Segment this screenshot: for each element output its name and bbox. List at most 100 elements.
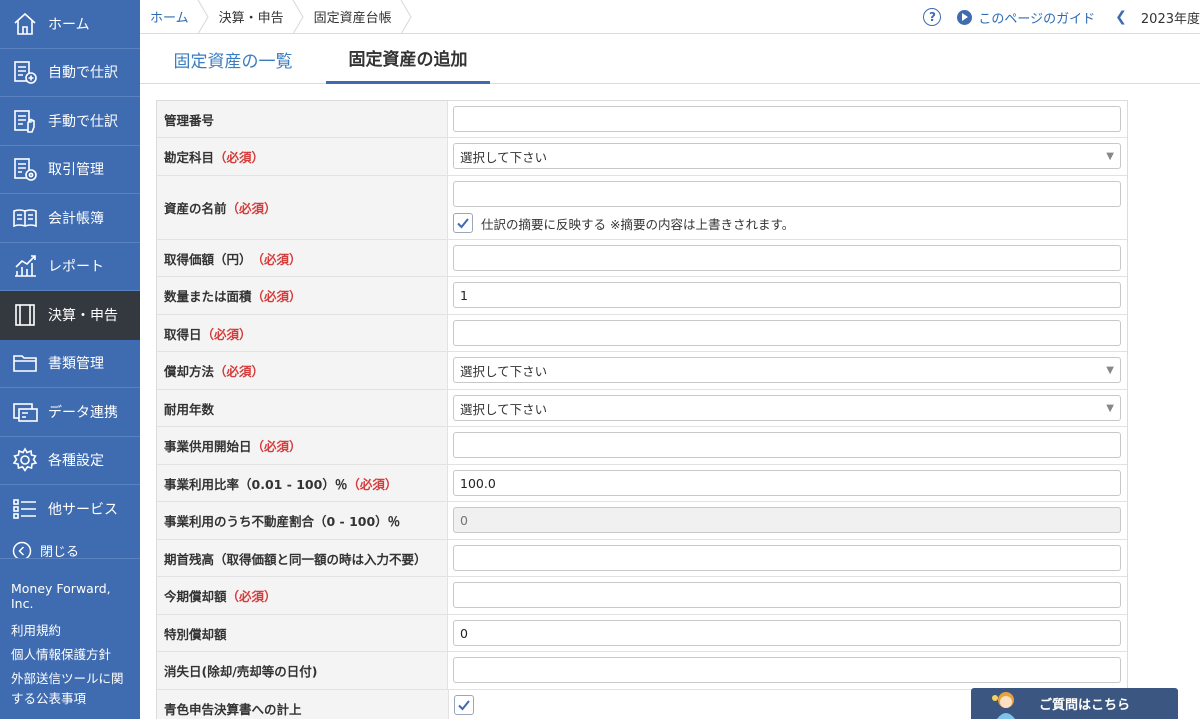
form-row-business-start-date: 事業供用開始日 （必須）: [157, 427, 1127, 465]
sidebar-item-home[interactable]: ホーム: [0, 0, 140, 49]
required-mark: （必須）: [226, 201, 277, 216]
acquisition-date-input[interactable]: [453, 320, 1121, 346]
quantity-input[interactable]: [453, 282, 1121, 308]
sidebar-item-auto-journal[interactable]: 自動で仕訳: [0, 49, 140, 97]
form-row-depreciation-method: 償却方法 （必須） 選択して下さい ▼: [157, 352, 1127, 390]
fiscal-year-label: 2023年度: [1140, 11, 1200, 27]
form-row-business-ratio: 事業利用比率（0.01 - 100）％ （必須）: [157, 465, 1127, 502]
sidebar-item-transactions[interactable]: 取引管理: [0, 146, 140, 194]
field-label-text: 事業利用のうち不動産割合（0 - 100）％: [164, 514, 401, 529]
caret-down-icon: ▼: [1106, 364, 1114, 376]
depreciation-method-select[interactable]: 選択して下さい ▼: [453, 357, 1121, 383]
sidebar-item-label: 手動で仕訳: [48, 113, 118, 130]
support-agent-avatar-icon: [992, 691, 1015, 719]
sidebar-item-data-link[interactable]: データ連携: [0, 388, 140, 437]
sidebar-footer: Money Forward, Inc. 利用規約 個人情報保護方針 外部送信ツー…: [0, 558, 140, 719]
select-value: 選択して下さい: [460, 363, 548, 379]
field-label: 耐用年数: [157, 390, 448, 426]
sidebar-item-ledger[interactable]: 会計帳簿: [0, 194, 140, 243]
sidebar-item-settings[interactable]: 各種設定: [0, 437, 140, 485]
field-label-text: 管理番号: [164, 112, 215, 128]
checkmark-icon: [458, 700, 470, 711]
field-label: 事業供用開始日 （必須）: [157, 427, 448, 464]
business-ratio-input[interactable]: [453, 470, 1121, 496]
reflect-description-checkbox[interactable]: [453, 213, 473, 233]
field-label: 事業利用のうち不動産割合（0 - 100）％: [157, 502, 448, 539]
sidebar-item-documents[interactable]: 書類管理: [0, 340, 140, 388]
checkmark-icon: [457, 218, 469, 229]
chevron-left-icon[interactable]: ❮: [1115, 9, 1127, 25]
reflect-description-option: 仕訳の摘要に反映する ※摘要の内容は上書きされます。: [453, 213, 1121, 233]
external-tools-link[interactable]: 外部送信ツールに関する公表事項: [11, 669, 134, 709]
form-row-current-depreciation: 今期償却額 （必須）: [157, 577, 1127, 615]
required-mark: （必須）: [251, 289, 302, 304]
select-value: 選択して下さい: [460, 401, 548, 417]
field-label-text: 今期償却額: [164, 589, 227, 604]
real-estate-ratio-input[interactable]: [453, 507, 1121, 533]
opening-balance-input[interactable]: [453, 545, 1121, 571]
form-row-opening-balance: 期首残高（取得価額と同一額の時は入力不要）: [157, 540, 1127, 577]
management-no-input[interactable]: [453, 106, 1121, 132]
transaction-icon: [12, 156, 38, 182]
form-row-asset-name: 資産の名前 （必須） 仕訳の摘要に反映する ※摘要の内容は上書きされます。: [157, 176, 1127, 240]
form-row-account: 勘定科目 （必須） 選択して下さい ▼: [157, 138, 1127, 176]
sidebar-item-label: 他サービス: [48, 502, 118, 519]
field-label: 償却方法 （必須）: [157, 352, 448, 389]
sidebar-item-other-services[interactable]: 他サービス: [0, 485, 140, 534]
form-row-useful-life: 耐用年数 選択して下さい ▼: [157, 390, 1127, 427]
field-label: 数量または面積 （必須）: [157, 277, 448, 314]
breadcrumb-home[interactable]: ホーム: [140, 0, 209, 34]
breadcrumb-separator: [197, 0, 209, 34]
business-start-date-input[interactable]: [453, 432, 1121, 458]
required-mark: （必須）: [214, 150, 265, 165]
page-guide-link[interactable]: このページのガイド: [957, 8, 1095, 27]
fiscal-year-nav[interactable]: ❮ 2023年度: [1115, 8, 1200, 27]
field-label-text: 事業利用比率（0.01 - 100）％: [164, 476, 348, 492]
ask-question-button[interactable]: ご質問はこちら: [971, 688, 1178, 719]
field-label-text: 耐用年数: [164, 401, 215, 417]
sidebar-item-label: 会計帳簿: [48, 210, 104, 227]
required-mark: （必須）: [226, 589, 277, 604]
blue-return-checkbox[interactable]: [454, 695, 474, 715]
tab-bar: 固定資産の一覧 固定資産の追加: [140, 34, 1200, 84]
asset-name-input[interactable]: [453, 181, 1121, 207]
breadcrumb-home-link[interactable]: ホーム: [150, 7, 189, 26]
data-link-icon: [12, 399, 38, 425]
field-label-text: 消失日(除却/売却等の日付): [164, 664, 318, 679]
help-question-icon[interactable]: ?: [923, 8, 942, 26]
account-select[interactable]: 選択して下さい ▼: [453, 143, 1121, 169]
required-mark: （必須）: [251, 251, 302, 267]
special-depreciation-input[interactable]: [453, 620, 1121, 646]
list-icon: [12, 496, 38, 522]
current-depreciation-input[interactable]: [453, 582, 1121, 608]
form-row-real-estate-ratio: 事業利用のうち不動産割合（0 - 100）％: [157, 502, 1127, 540]
useful-life-select[interactable]: 選択して下さい ▼: [453, 395, 1121, 421]
sidebar-item-label: 書類管理: [48, 356, 104, 373]
auto-journal-icon: [12, 59, 38, 85]
acquisition-price-input[interactable]: [453, 245, 1121, 271]
select-value: 選択して下さい: [460, 149, 548, 165]
sidebar-item-label: データ連携: [48, 404, 118, 421]
breadcrumb-current-label: 固定資産台帳: [313, 11, 392, 26]
tab-asset-list[interactable]: 固定資産の一覧: [140, 34, 326, 84]
ledger-book-icon: [12, 205, 38, 231]
sidebar-item-label: ホーム: [48, 16, 90, 33]
field-label-text: 事業供用開始日: [164, 439, 252, 454]
form-row-management-no: 管理番号: [157, 101, 1127, 138]
disposal-date-input[interactable]: [453, 657, 1121, 683]
sidebar-item-settlement[interactable]: 決算・申告: [0, 291, 140, 340]
required-mark: （必須）: [251, 439, 302, 454]
sidebar-item-label: 取引管理: [48, 162, 104, 179]
tab-add-asset[interactable]: 固定資産の追加: [326, 34, 490, 84]
sidebar-item-report[interactable]: レポート: [0, 243, 140, 291]
sidebar-item-manual-journal[interactable]: 手動で仕訳: [0, 97, 140, 146]
caret-down-icon: ▼: [1106, 402, 1114, 414]
sidebar-item-label: 各種設定: [48, 453, 104, 470]
breadcrumb-separator: [292, 0, 304, 34]
breadcrumb-settlement[interactable]: 決算・申告: [209, 0, 304, 34]
terms-link[interactable]: 利用規約: [11, 621, 134, 641]
field-label-text: 特別償却額: [164, 626, 227, 642]
privacy-policy-link[interactable]: 個人情報保護方針: [11, 645, 134, 665]
field-label: 消失日(除却/売却等の日付): [157, 652, 448, 689]
folder-icon: [12, 350, 38, 376]
